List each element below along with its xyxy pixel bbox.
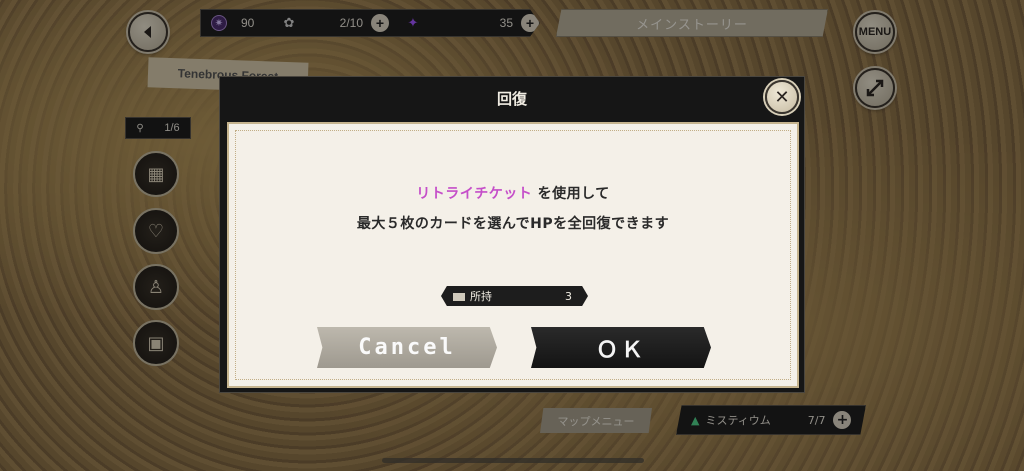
- recovery-dialog: 回復 リトライチケット を使用して 最大５枚のカードを選んでHPを全回復できます…: [219, 76, 805, 393]
- close-icon: ✕: [774, 86, 790, 108]
- dialog-title: 回復: [496, 89, 527, 108]
- dialog-body: リトライチケット を使用して 最大５枚のカードを選んでHPを全回復できます 所持…: [227, 122, 799, 388]
- cancel-button[interactable]: Cancel: [317, 327, 497, 368]
- retry-ticket-name: リトライチケット: [416, 186, 533, 202]
- ticket-icon: [453, 293, 465, 301]
- owned-count: 3: [565, 289, 572, 303]
- ok-button[interactable]: ＯＫ: [531, 327, 711, 368]
- owned-label: 所持: [470, 290, 492, 303]
- dialog-message-line2: 最大５枚のカードを選んでHPを全回復できます: [356, 216, 670, 232]
- close-dialog-button[interactable]: ✕: [765, 80, 799, 114]
- dialog-message-line1-suffix: を使用して: [532, 186, 610, 202]
- owned-count-badge: 所持 3: [441, 286, 588, 306]
- dialog-message-line1: リトライチケット を使用して: [229, 183, 797, 203]
